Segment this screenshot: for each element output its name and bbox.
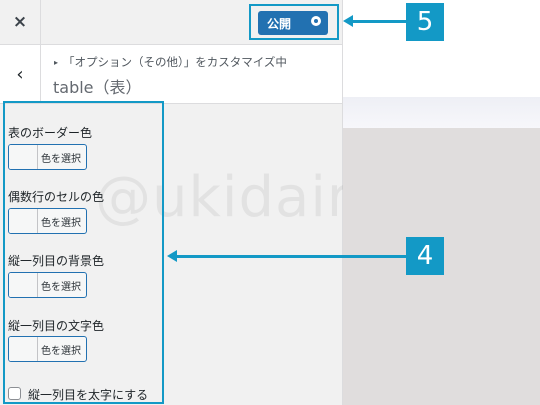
close-icon: × — [12, 12, 28, 32]
arrow-line-5 — [352, 19, 408, 23]
arrow-line-4 — [176, 254, 408, 258]
section-header: ‹ ▸ 「オプション（その他）」をカスタマイズ中 table（表） — [0, 45, 342, 104]
gear-icon[interactable] — [309, 14, 323, 28]
section-title: table（表） — [53, 78, 142, 97]
breadcrumb: ▸ 「オプション（その他）」をカスタマイズ中 — [54, 54, 287, 70]
annotation-badge-5: 5 — [406, 3, 444, 41]
publish-label: 公開 — [267, 16, 292, 31]
preview-header-band — [343, 97, 540, 128]
triangle-right-icon: ▸ — [54, 58, 59, 67]
breadcrumb-text: 「オプション（その他）」をカスタマイズ中 — [63, 55, 287, 69]
chevron-left-icon: ‹ — [16, 63, 24, 85]
site-preview — [343, 0, 540, 405]
back-button[interactable]: ‹ — [0, 45, 41, 103]
annotation-badge-4: 4 — [406, 237, 444, 275]
close-button[interactable]: × — [0, 0, 41, 44]
publish-button[interactable]: 公開 — [258, 11, 328, 35]
controls-highlight-box — [3, 101, 164, 404]
